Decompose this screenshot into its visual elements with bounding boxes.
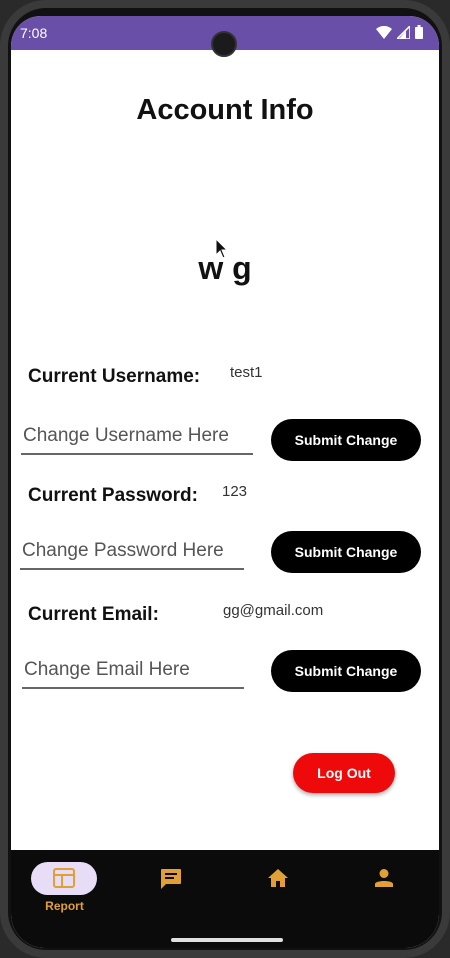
home-indicator[interactable] (171, 938, 283, 942)
current-username-value: test1 (230, 364, 263, 381)
submit-email-button[interactable]: Submit Change (271, 650, 421, 692)
bottom-navigation: Report (11, 850, 439, 948)
nav-item-report[interactable]: Report (11, 850, 118, 920)
signal-icon (397, 25, 410, 39)
change-username-input[interactable] (21, 419, 253, 455)
battery-icon (415, 25, 423, 39)
logout-button[interactable]: Log Out (293, 753, 395, 793)
submit-password-button[interactable]: Submit Change (271, 531, 421, 573)
current-password-label: Current Password: (28, 485, 198, 506)
phone-bezel: 7:08 Account Info w g Current Username: … (8, 8, 442, 950)
submit-username-button[interactable]: Submit Change (271, 419, 421, 461)
wifi-icon (376, 25, 392, 39)
nav-label-report: Report (45, 899, 84, 913)
app-screen: 7:08 Account Info w g Current Username: … (11, 16, 439, 948)
change-email-input[interactable] (22, 653, 244, 689)
home-icon (268, 869, 288, 887)
mouse-cursor-icon (215, 238, 229, 259)
current-username-label: Current Username: (28, 366, 201, 387)
status-icons (376, 25, 423, 39)
current-email-value: gg@gmail.com (223, 602, 324, 619)
change-password-input[interactable] (20, 534, 244, 570)
chat-icon (161, 869, 181, 889)
front-camera (211, 31, 237, 57)
status-time: 7:08 (20, 25, 48, 41)
current-email-label: Current Email: (28, 604, 159, 625)
current-password-value: 123 (222, 483, 248, 500)
nav-item-chat[interactable] (118, 850, 225, 920)
nav-item-home[interactable] (225, 850, 332, 920)
page-title: Account Info (136, 94, 314, 126)
nav-item-profile[interactable] (332, 850, 439, 920)
report-icon (53, 868, 75, 888)
person-icon (375, 869, 393, 887)
phone-frame: 7:08 Account Info w g Current Username: … (0, 0, 450, 958)
